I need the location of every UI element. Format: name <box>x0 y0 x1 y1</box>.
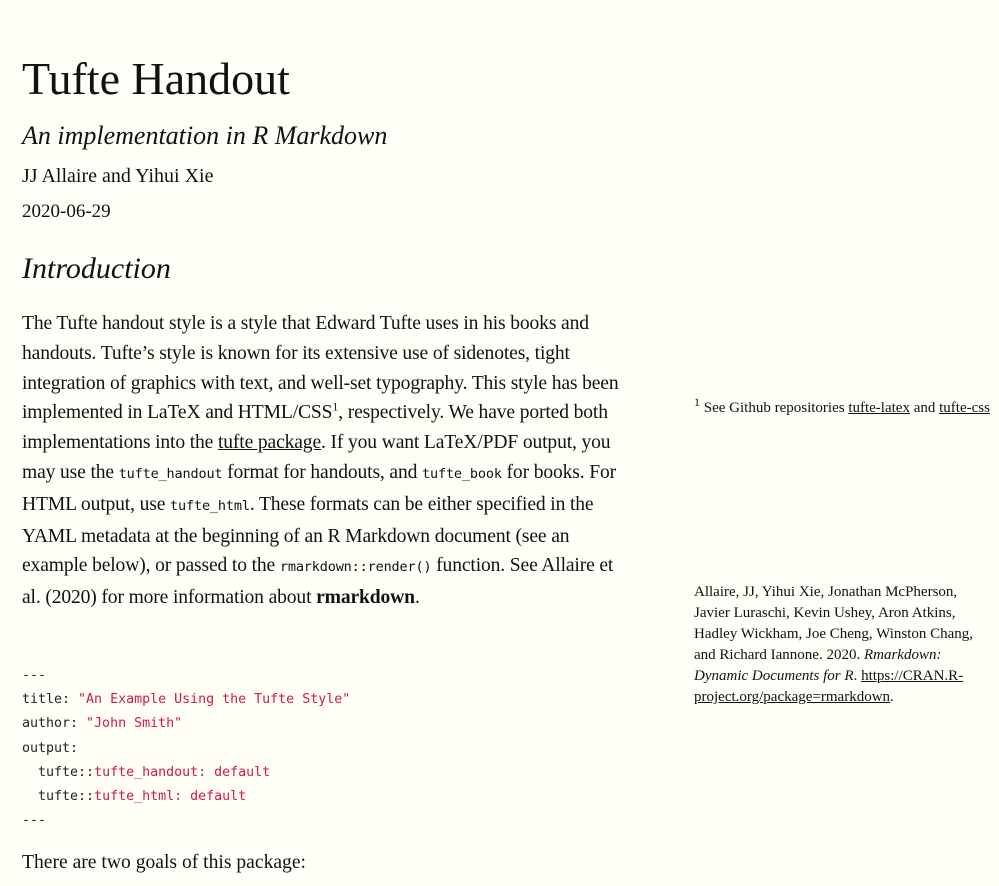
goals-text: There are two goals of this package: <box>22 852 306 873</box>
sidenote: 1 See Github repositories tufte-latex an… <box>694 396 994 419</box>
text: . <box>414 587 420 609</box>
tufte-css-link[interactable]: tufte-css <box>939 400 990 416</box>
subtitle: An implementation in R Markdown <box>22 121 388 150</box>
intro-paragraph: The Tufte handout style is a style that … <box>22 309 634 613</box>
reference-sidenote: Allaire, JJ, Yihui Xie, Jonathan McPhers… <box>694 582 994 708</box>
tufte-latex-link[interactable]: tufte-latex <box>848 400 910 416</box>
yaml-key: output: <box>22 740 79 756</box>
yaml-key: title: <box>22 692 79 708</box>
reference-sep: . <box>853 668 862 684</box>
sidenote-text: See Github repositories <box>700 400 849 416</box>
code: tufte_book <box>422 465 502 482</box>
bold-text: rmarkdown <box>316 587 415 609</box>
tufte-package-link[interactable]: tufte package <box>218 432 321 453</box>
code-line: --- <box>22 813 47 829</box>
yaml-value: tufte_handout: default <box>94 764 271 780</box>
yaml-value: "John Smith" <box>86 716 183 732</box>
code: tufte_html <box>170 497 250 514</box>
reference-end: . <box>890 689 894 705</box>
section-heading: Introduction <box>22 252 171 285</box>
page-title: Tufte Handout <box>22 53 290 104</box>
text: format for handouts, and <box>222 461 423 483</box>
yaml-key: tufte:: <box>22 764 95 780</box>
code-line: --- <box>22 668 47 683</box>
yaml-code-block: --- title: "An Example Using the Tufte S… <box>22 664 350 833</box>
yaml-value: "An Example Using the Tufte Style" <box>78 692 351 708</box>
sidenote-text: and <box>909 400 940 416</box>
yaml-key: tufte:: <box>22 789 95 805</box>
code: tufte_handout <box>118 465 223 482</box>
date: 2020-06-29 <box>22 201 111 222</box>
yaml-key: author: <box>22 716 87 732</box>
code: rmarkdown::render() <box>279 559 432 576</box>
author: JJ Allaire and Yihui Xie <box>22 165 214 187</box>
yaml-value: tufte_html: default <box>94 789 247 805</box>
